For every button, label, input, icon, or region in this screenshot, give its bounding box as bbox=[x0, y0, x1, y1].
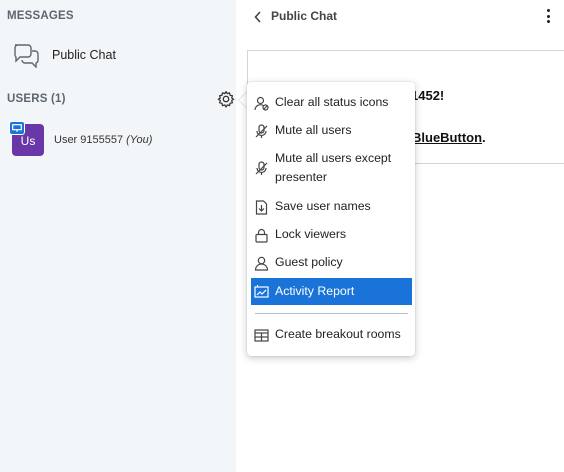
sidebar-item-public-chat[interactable]: Public Chat bbox=[0, 36, 236, 74]
menu-item-activity-report[interactable]: Activity Report bbox=[251, 278, 412, 305]
menu-item-label: Clear all status icons bbox=[275, 95, 389, 109]
sidebar-item-label: Public Chat bbox=[52, 48, 116, 62]
menu-item-mute-all-users[interactable]: Mute all users bbox=[251, 120, 412, 142]
activity-report-icon bbox=[254, 284, 269, 299]
menu-item-mute-all-except-presenter[interactable]: Mute all users except presenter bbox=[251, 148, 412, 188]
user-name: User 9155557 (You) bbox=[54, 134, 152, 146]
clear-status-icon bbox=[254, 96, 269, 111]
menu-item-label: Activity Report bbox=[275, 284, 355, 298]
chevron-left-icon bbox=[254, 11, 262, 23]
avatar-initials: Us bbox=[20, 134, 36, 148]
page-title: Public Chat bbox=[271, 9, 338, 23]
menu-item-save-user-names[interactable]: Save user names bbox=[251, 196, 412, 218]
menu-item-label-line1: Mute all users except bbox=[275, 151, 392, 165]
mute-icon bbox=[254, 161, 269, 176]
save-icon bbox=[254, 200, 269, 215]
menu-item-lock-viewers[interactable]: Lock viewers bbox=[251, 224, 412, 246]
users-section-title: USERS (1) bbox=[7, 93, 66, 105]
welcome-suffix: . bbox=[482, 130, 486, 145]
user-icon bbox=[254, 256, 269, 271]
menu-item-clear-status-icons[interactable]: Clear all status icons bbox=[251, 92, 412, 114]
welcome-text-line2: BlueButton. bbox=[412, 130, 486, 145]
gear-icon[interactable] bbox=[217, 90, 235, 108]
lock-icon bbox=[254, 228, 269, 243]
messages-section-title: MESSAGES bbox=[7, 10, 74, 22]
menu-item-label-line2: presenter bbox=[275, 170, 327, 184]
chat-bubbles-icon bbox=[12, 42, 40, 69]
menu-item-label: Create breakout rooms bbox=[275, 327, 401, 341]
user-list-item[interactable]: Us User 9155557 (You) bbox=[0, 120, 236, 160]
menu-item-label: Lock viewers bbox=[275, 227, 347, 241]
mute-icon bbox=[254, 124, 269, 139]
menu-item-label: Save user names bbox=[275, 199, 371, 213]
menu-divider bbox=[255, 313, 408, 314]
bluebutton-link[interactable]: BlueButton bbox=[412, 130, 482, 145]
welcome-text: 1452! bbox=[411, 88, 445, 103]
menu-item-label: Mute all users bbox=[275, 123, 352, 137]
more-options-icon[interactable] bbox=[542, 7, 554, 25]
you-label: (You) bbox=[126, 134, 153, 146]
menu-item-label: Guest policy bbox=[275, 255, 343, 269]
breakout-rooms-icon bbox=[254, 328, 269, 343]
user-name-text: User 9155557 bbox=[54, 134, 124, 146]
menu-item-guest-policy[interactable]: Guest policy bbox=[251, 252, 412, 274]
presenter-icon bbox=[9, 121, 25, 135]
menu-item-create-breakout-rooms[interactable]: Create breakout rooms bbox=[251, 324, 412, 346]
